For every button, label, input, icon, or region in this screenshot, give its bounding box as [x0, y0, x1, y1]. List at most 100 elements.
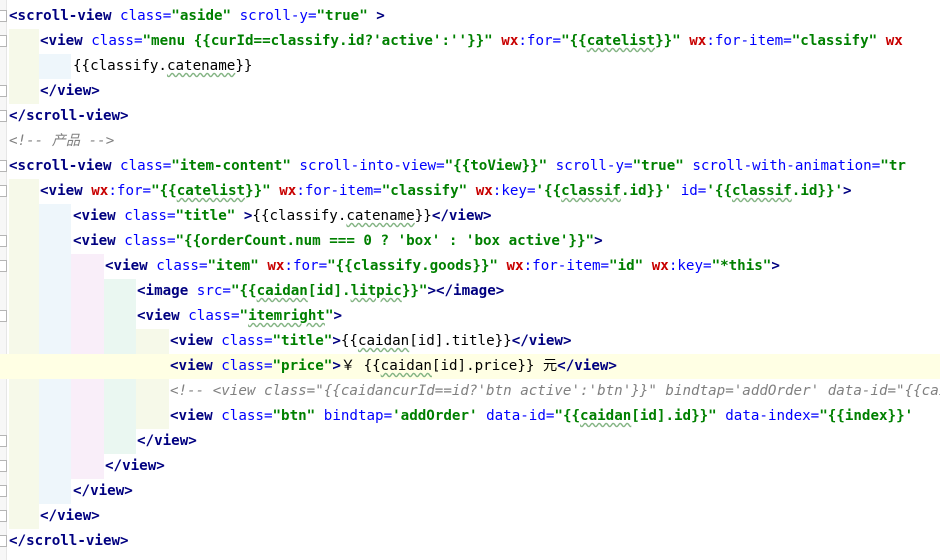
fold-marker-icon[interactable] — [0, 185, 7, 197]
code-token: "price" — [272, 358, 333, 374]
indent-guide — [71, 454, 104, 479]
code-line[interactable]: </view> — [0, 79, 940, 104]
code-line[interactable]: <view class="title">{{caidan[id].title}}… — [0, 329, 940, 354]
code-line-content: {{classify.catename}} — [73, 54, 252, 79]
code-token: </view> — [105, 458, 165, 474]
fold-marker-icon[interactable] — [0, 535, 7, 547]
code-token: > — [235, 208, 253, 224]
code-line[interactable]: <view class="title" >{{classify.catename… — [0, 204, 940, 229]
indent-guide — [39, 229, 71, 254]
code-token: }} — [414, 208, 432, 224]
code-line-content: <view class="title" >{{classify.catename… — [73, 204, 492, 229]
code-line-current[interactable]: <view class="price">￥ {{caidan[id].price… — [0, 354, 940, 379]
code-token: :for-item= — [523, 258, 610, 274]
fold-marker-icon[interactable] — [0, 260, 7, 272]
code-token: '{{ — [535, 183, 562, 199]
code-line[interactable]: </scroll-view> — [0, 529, 940, 554]
indent-guide — [39, 54, 71, 79]
code-line[interactable]: </view> — [0, 504, 940, 529]
code-line-content: <view class="item" wx:for="{{classify.go… — [105, 254, 780, 279]
code-token: class= — [82, 33, 143, 49]
code-token: classif — [731, 183, 792, 199]
code-line[interactable]: <view class="{{orderCount.num === 0 ? 'b… — [0, 229, 940, 254]
code-editor[interactable]: <scroll-view class="aside" scroll-y="tru… — [0, 0, 940, 560]
code-line-content: <view wx:for="{{catelist}}" wx:for-item=… — [40, 179, 852, 204]
fold-marker-icon[interactable] — [0, 110, 7, 122]
fold-marker-icon[interactable] — [0, 310, 7, 322]
code-token: :key= — [668, 258, 712, 274]
code-line[interactable]: <view class="menu {{curId==classify.id?'… — [0, 29, 940, 54]
code-line[interactable]: {{classify.catename}} — [0, 54, 940, 79]
code-line[interactable]: </view> — [0, 454, 940, 479]
code-token: <image — [137, 283, 189, 299]
fold-marker-icon[interactable] — [0, 10, 7, 22]
code-token: </scroll-view> — [9, 533, 129, 549]
code-token: > — [332, 333, 341, 349]
code-line-content: <scroll-view class="item-content" scroll… — [9, 154, 906, 179]
code-line-content: </view> — [73, 479, 133, 504]
fold-marker-icon[interactable] — [0, 510, 7, 522]
code-token: '{{ — [706, 183, 732, 199]
code-token: "item-content" — [171, 158, 291, 174]
indent-guide — [71, 379, 104, 404]
indent-guide — [9, 254, 39, 279]
code-token: class= — [115, 208, 176, 224]
code-token: .id}}' — [620, 183, 673, 199]
code-token: "{{ — [230, 283, 257, 299]
code-line[interactable]: </view> — [0, 429, 940, 454]
fold-marker-icon[interactable] — [0, 160, 7, 172]
code-token: <scroll-view — [9, 158, 112, 174]
code-token: }}" — [401, 283, 428, 299]
code-token: :for= — [518, 33, 562, 49]
indent-guide — [39, 379, 71, 404]
code-line[interactable]: <view class="item" wx:for="{{classify.go… — [0, 254, 940, 279]
code-token: <view — [73, 233, 116, 249]
code-line-content: <!-- 产品 --> — [9, 129, 114, 154]
code-token: </view> — [73, 483, 133, 499]
code-token: bindtap= — [315, 408, 393, 424]
fold-marker-icon[interactable] — [0, 435, 7, 447]
code-token: "true" — [632, 158, 684, 174]
code-token: id= — [672, 183, 707, 199]
fold-marker-icon[interactable] — [0, 35, 7, 47]
code-line[interactable]: <view class="btn" bindtap='addOrder' dat… — [0, 404, 940, 429]
code-token: "{{toView}}" — [444, 158, 548, 174]
indent-guide — [104, 379, 136, 404]
code-line[interactable]: <image src="{{caidan[id].litpic}}"></ima… — [0, 279, 940, 304]
code-line[interactable]: <scroll-view class="aside" scroll-y="tru… — [0, 4, 940, 29]
code-line[interactable]: <view class="itemright"> — [0, 304, 940, 329]
indent-guide — [104, 404, 136, 429]
code-token: data-id= — [477, 408, 555, 424]
fold-marker-icon[interactable] — [0, 460, 7, 472]
code-line[interactable]: </scroll-view> — [0, 104, 940, 129]
fold-marker-icon[interactable] — [0, 85, 7, 97]
indent-guide — [136, 379, 169, 404]
code-line-content: <view class="menu {{curId==classify.id?'… — [40, 29, 903, 54]
indent-guide — [136, 329, 169, 354]
indent-guide — [9, 279, 39, 304]
indent-guide — [71, 279, 104, 304]
code-token: "classify" — [381, 183, 468, 199]
code-token: classif — [561, 183, 621, 199]
indent-guide — [39, 454, 71, 479]
code-line[interactable]: <!-- <view class="{{caidancurId==id?'btn… — [0, 379, 940, 404]
code-token: <view — [40, 33, 83, 49]
code-token: > — [367, 8, 385, 24]
indent-guide — [71, 304, 104, 329]
indent-guide — [71, 329, 104, 354]
indent-guide — [9, 204, 39, 229]
code-token: <view — [170, 358, 213, 374]
code-token: }}" — [655, 33, 681, 49]
code-line-content: </scroll-view> — [9, 529, 129, 554]
code-line[interactable]: </view> — [0, 479, 940, 504]
fold-marker-icon[interactable] — [0, 485, 7, 497]
code-line[interactable]: <view wx:for="{{catelist}}" wx:for-item=… — [0, 179, 940, 204]
code-token: wx — [267, 258, 285, 274]
code-token: catename — [346, 208, 415, 224]
code-line[interactable]: <scroll-view class="item-content" scroll… — [0, 154, 940, 179]
code-line[interactable]: <!-- 产品 --> — [0, 129, 940, 154]
fold-marker-icon[interactable] — [0, 235, 7, 247]
